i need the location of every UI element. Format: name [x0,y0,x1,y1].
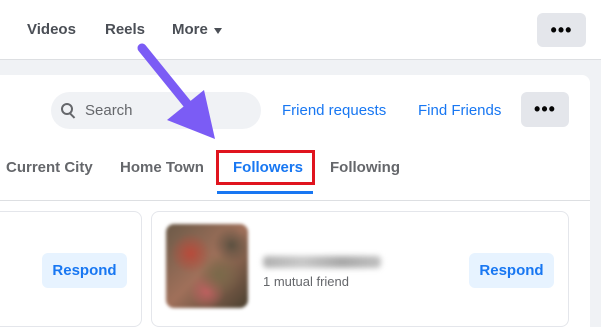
respond-button[interactable]: Respond [42,253,127,288]
find-friends-link[interactable]: Find Friends [418,102,501,119]
friend-requests-link[interactable]: Friend requests [282,102,386,119]
tab-current-city[interactable]: Current City [6,159,93,176]
blurred-friend-name[interactable] [263,256,381,268]
caret-down-icon [213,27,222,34]
respond-button[interactable]: Respond [469,253,554,288]
active-tab-indicator [217,191,313,194]
tab-home-town[interactable]: Home Town [120,159,204,176]
tab-following[interactable]: Following [330,159,400,176]
search-input[interactable] [85,102,245,119]
friends-card: Friend requests Find Friends ••• Current… [0,75,590,327]
friend-card: 1 mutual friend Respond [151,211,569,327]
friends-menu-button[interactable]: ••• [521,92,569,127]
nav-more-dropdown[interactable]: More [172,21,222,38]
nav-reels[interactable]: Reels [105,21,145,38]
friend-card: Respond [0,211,142,327]
profile-menu-button[interactable]: ••• [537,13,586,47]
search-box[interactable] [51,92,261,129]
tabs-divider [0,200,590,201]
nav-more-label: More [172,21,208,38]
nav-videos[interactable]: Videos [27,21,76,38]
top-navigation-bar: Videos Reels More ••• [0,0,601,60]
avatar[interactable] [166,224,248,308]
search-icon [61,102,77,119]
mutual-friends-count[interactable]: 1 mutual friend [263,274,349,289]
annotation-highlight-box [216,150,315,185]
